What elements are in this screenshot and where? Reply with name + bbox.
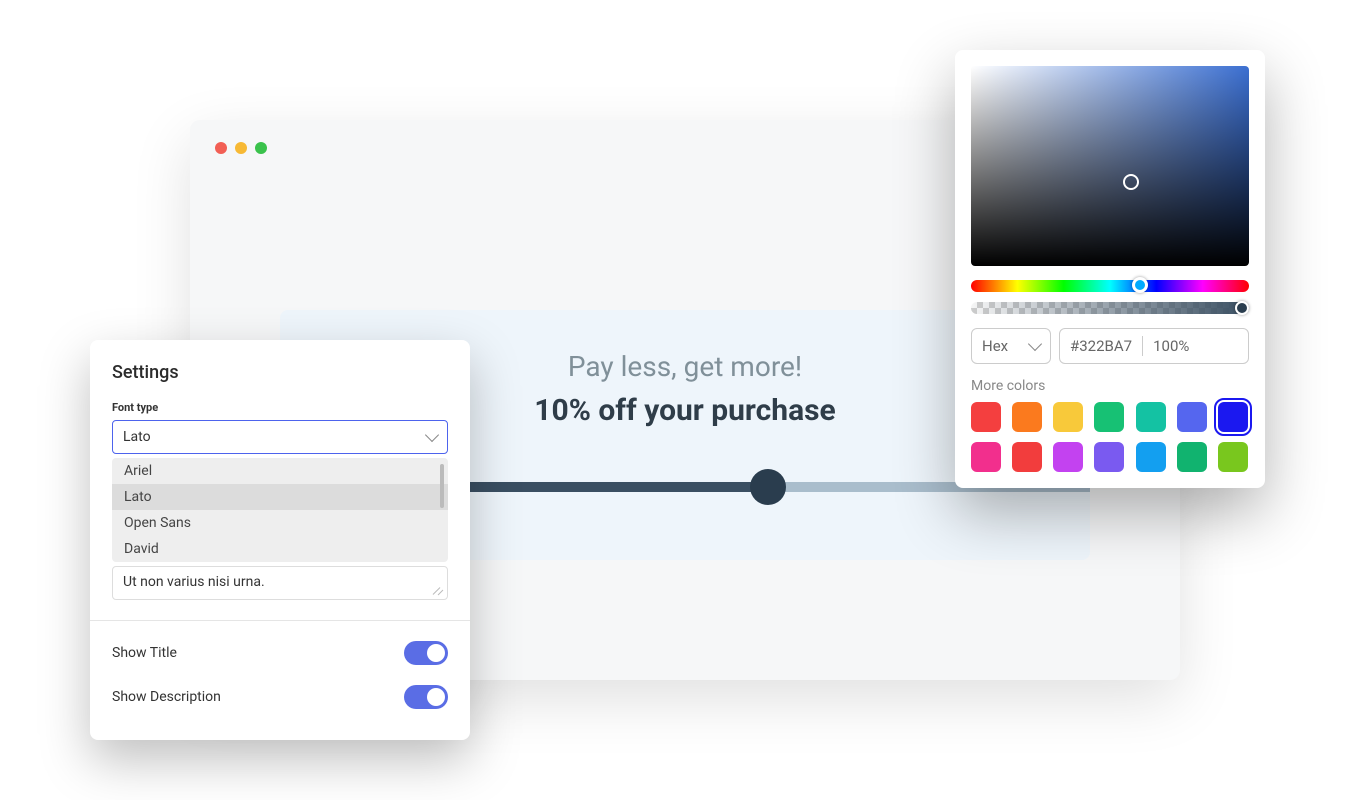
- divider: [90, 620, 470, 621]
- resize-grip-icon[interactable]: [433, 585, 443, 595]
- maximize-icon[interactable]: [255, 142, 267, 154]
- close-icon[interactable]: [215, 142, 227, 154]
- more-colors-label: More colors: [971, 378, 1249, 394]
- font-option-ariel[interactable]: Ariel: [112, 458, 448, 484]
- color-swatch[interactable]: [1136, 442, 1166, 472]
- hue-thumb[interactable]: [1132, 277, 1148, 293]
- minimize-icon[interactable]: [235, 142, 247, 154]
- font-select[interactable]: Lato: [112, 420, 448, 454]
- settings-panel: Settings Font type Lato Ariel Lato Open …: [90, 340, 470, 740]
- chevron-down-icon: [425, 428, 439, 442]
- toggle-show-title[interactable]: [404, 641, 448, 665]
- color-swatch[interactable]: [1136, 402, 1166, 432]
- color-swatch[interactable]: [1053, 442, 1083, 472]
- toggle-show-description[interactable]: [404, 685, 448, 709]
- toggle-show-title-label: Show Title: [112, 645, 177, 661]
- alpha-slider[interactable]: [971, 302, 1249, 314]
- gradient-cursor[interactable]: [1123, 174, 1139, 190]
- description-textarea[interactable]: Ut non varius nisi urna.: [112, 566, 448, 600]
- window-controls: [215, 142, 267, 154]
- textarea-value: Ut non varius nisi urna.: [123, 574, 265, 590]
- font-option-david[interactable]: David: [112, 536, 448, 562]
- color-swatch[interactable]: [1012, 402, 1042, 432]
- hex-value: #322BA7: [1070, 337, 1132, 355]
- color-swatch[interactable]: [1218, 442, 1248, 472]
- toggle-show-title-row: Show Title: [112, 641, 448, 665]
- font-select-value: Lato: [123, 429, 151, 445]
- slider-thumb[interactable]: [750, 469, 786, 505]
- color-swatch[interactable]: [1053, 402, 1083, 432]
- color-swatch[interactable]: [1177, 442, 1207, 472]
- color-format-select[interactable]: Hex: [971, 328, 1051, 364]
- chevron-down-icon: [1028, 337, 1042, 351]
- alpha-thumb[interactable]: [1235, 301, 1249, 315]
- hex-input[interactable]: #322BA7 100%: [1059, 328, 1249, 364]
- color-format-value: Hex: [982, 337, 1008, 355]
- color-swatch[interactable]: [1218, 402, 1248, 432]
- font-dropdown: Ariel Lato Open Sans David: [112, 458, 448, 562]
- color-input-row: Hex #322BA7 100%: [971, 328, 1249, 364]
- color-picker-panel: Hex #322BA7 100% More colors: [955, 50, 1265, 488]
- font-option-opensans[interactable]: Open Sans: [112, 510, 448, 536]
- font-option-lato[interactable]: Lato: [112, 484, 448, 510]
- color-swatch[interactable]: [971, 442, 1001, 472]
- hue-slider[interactable]: [971, 280, 1249, 292]
- toggle-show-description-row: Show Description: [112, 685, 448, 709]
- color-swatch[interactable]: [1177, 402, 1207, 432]
- color-swatch[interactable]: [1094, 402, 1124, 432]
- color-swatch[interactable]: [1012, 442, 1042, 472]
- settings-heading: Settings: [112, 362, 448, 383]
- color-swatch[interactable]: [971, 402, 1001, 432]
- toggle-show-description-label: Show Description: [112, 689, 221, 705]
- font-type-label: Font type: [112, 401, 448, 414]
- input-divider: [1142, 336, 1143, 356]
- swatch-grid: [971, 402, 1249, 472]
- color-swatch[interactable]: [1094, 442, 1124, 472]
- color-gradient-area[interactable]: [971, 66, 1249, 266]
- opacity-value: 100%: [1153, 337, 1189, 355]
- dropdown-scrollbar[interactable]: [440, 464, 444, 508]
